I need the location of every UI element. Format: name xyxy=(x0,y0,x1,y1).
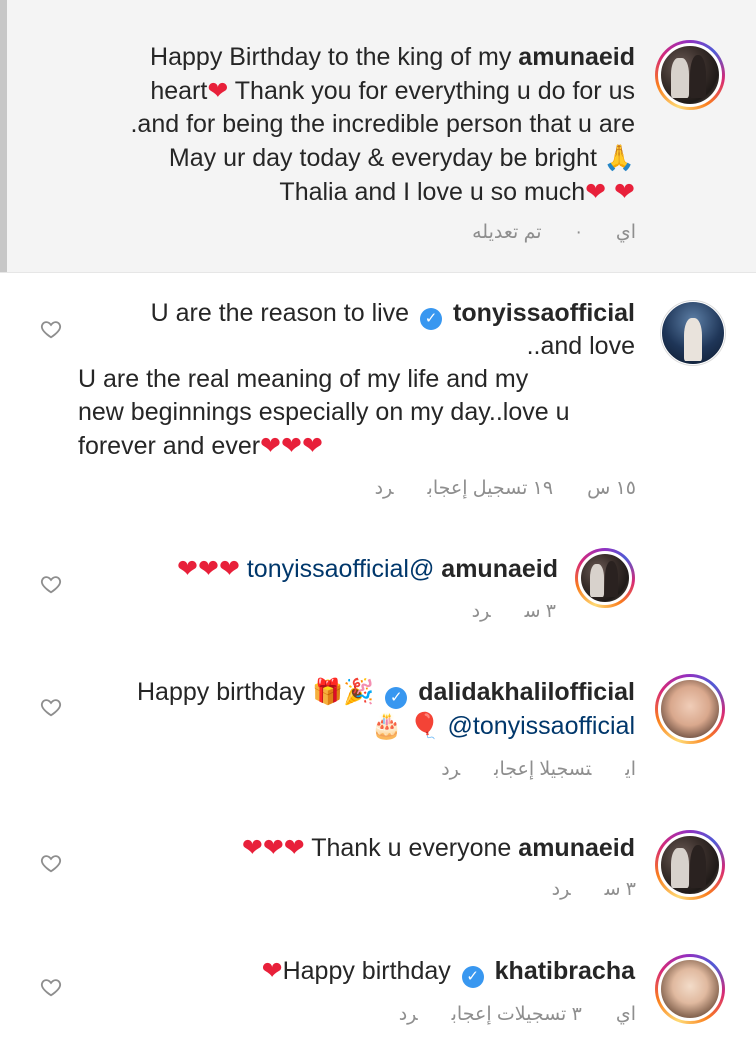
mention-link[interactable]: tonyissaofficial@ xyxy=(247,555,435,583)
comment-username[interactable]: khatibracha xyxy=(495,957,635,985)
comment-line-1: Happy birthday 🎁🎉 ✓ dalidakhalilofficial xyxy=(75,675,635,709)
verified-badge-icon: ✓ xyxy=(385,687,408,709)
verified-badge-icon: ✓ xyxy=(420,308,443,330)
comment-time: ١٥ س xyxy=(587,478,636,499)
caption-line1-text: Happy Birthday to the king of my xyxy=(150,43,512,71)
comment-line-1: ❤❤❤ Thank u everyone amunaeid xyxy=(75,831,635,865)
like-heart-icon[interactable] xyxy=(40,573,62,595)
comment-line-1: ❤Happy birthday ✓ khatibracha xyxy=(75,954,635,988)
comment-line-1: ❤❤❤ tonyissaofficial@ amunaeid xyxy=(78,552,558,586)
avatar-image xyxy=(658,677,722,741)
caption-text: Happy Birthday to the king of my amunaei… xyxy=(35,41,635,209)
pray-emoji: 🙏 xyxy=(603,143,635,172)
caption-line-3: .and for being the incredible person tha… xyxy=(130,110,635,138)
comment-likes[interactable]: ١٩ تسجيل إعجاب xyxy=(428,478,554,499)
mention-link[interactable]: @tonyissaofficial xyxy=(448,712,636,740)
comment-text: ❤❤❤ tonyissaofficial@ amunaeid xyxy=(78,552,558,586)
cake-emoji: 🎂 xyxy=(371,711,403,740)
comment-line1-text: Thank u everyone xyxy=(311,834,512,862)
caption-line-2: heart❤ Thank you for everything u do for… xyxy=(35,74,635,108)
comment-text: ❤❤❤ Thank u everyone amunaeid xyxy=(75,831,635,865)
caption-line5-text: Thalia and I love u so much xyxy=(279,178,586,206)
divider xyxy=(0,272,756,273)
comment-text: Happy birthday 🎁🎉 ✓ dalidakhalilofficial… xyxy=(75,675,635,743)
avatar-image xyxy=(658,957,722,1021)
caption-edited-label: تم تعديله xyxy=(472,222,542,243)
like-heart-icon[interactable] xyxy=(40,852,62,874)
avatar-image xyxy=(658,833,722,897)
avatar-image xyxy=(661,301,725,365)
caption-indicator xyxy=(0,0,7,272)
comment-username[interactable]: amunaeid xyxy=(441,555,558,583)
comment-likes[interactable]: تسجيلا إعجاب xyxy=(494,759,591,780)
hearts-emoji: ❤❤❤ xyxy=(177,554,240,583)
reply-button[interactable]: رد xyxy=(552,879,571,900)
balloon-emoji: 🎈 xyxy=(409,711,441,740)
comment-time: ٣ س xyxy=(524,601,556,622)
like-heart-icon[interactable] xyxy=(40,976,62,998)
reply-button[interactable]: رد xyxy=(399,1004,418,1025)
avatar-khatibracha[interactable] xyxy=(655,954,725,1024)
avatar-amunaeid[interactable] xyxy=(655,830,725,900)
comment-meta: ٣ س رد xyxy=(552,878,636,901)
comment-likes[interactable]: ٣ تسجيلات إعجاب xyxy=(452,1004,582,1025)
caption-line2-rest: Thank you for everything u do for us xyxy=(234,77,635,105)
avatar-dalidakhalilofficial[interactable] xyxy=(655,674,725,744)
avatar-image xyxy=(578,551,632,605)
like-heart-icon[interactable] xyxy=(40,696,62,718)
caption-line-1: Happy Birthday to the king of my amunaei… xyxy=(35,41,635,74)
caption-line2-text: heart xyxy=(150,77,208,105)
comment-line-5: forever and ever❤❤❤ xyxy=(75,429,635,463)
comment-line-2: 🎂 🎈 @tonyissaofficial xyxy=(75,709,635,743)
caption-username[interactable]: amunaeid xyxy=(518,43,635,71)
caption-line-5: Thalia and I love u so much❤ ❤ xyxy=(35,175,635,209)
comment-meta: ٣ س رد xyxy=(472,600,556,623)
comment-time: ٣ س xyxy=(604,879,636,900)
comment-line-1: U are the reason to live ✓ tonyissaoffic… xyxy=(75,297,635,330)
reply-button[interactable]: رد xyxy=(472,601,491,622)
comment-meta: ١٥ س ١٩ تسجيل إعجاب رد xyxy=(375,477,636,500)
comment-username[interactable]: tonyissaofficial xyxy=(453,299,635,327)
heart-emoji: ❤ ❤ xyxy=(585,177,635,206)
avatar-amunaeid[interactable] xyxy=(655,40,725,110)
comment-text: U are the reason to live ✓ tonyissaoffic… xyxy=(75,297,635,463)
comment-line-2: ..and love xyxy=(526,332,635,360)
reply-button[interactable]: رد xyxy=(375,478,394,499)
caption-meta: اي · تم تعديله xyxy=(472,221,636,244)
comment-time: اي xyxy=(625,759,636,780)
like-heart-icon[interactable] xyxy=(40,318,62,340)
comment-line-3: U are the real meaning of my life and my xyxy=(78,365,529,393)
avatar-amunaeid[interactable] xyxy=(575,548,635,608)
caption-line-4: May ur day today & everyday be bright 🙏 xyxy=(35,141,635,175)
comment-meta: اي تسجيلا إعجاب رد xyxy=(441,758,636,781)
comment-time: اي xyxy=(615,1004,636,1025)
heart-emoji: ❤ xyxy=(207,76,229,105)
comment-username[interactable]: dalidakhalilofficial xyxy=(418,678,635,706)
comment-line1-text: U are the reason to live xyxy=(150,299,410,327)
caption-line4-text: May ur day today & everyday be bright xyxy=(168,144,597,172)
comment-line5-text: forever and ever xyxy=(78,432,261,460)
meta-dot: · xyxy=(575,222,582,243)
caption-time: اي xyxy=(615,222,636,243)
comment-text: ❤Happy birthday ✓ khatibracha xyxy=(75,954,635,988)
avatar-image xyxy=(658,43,722,107)
comment-line1-text: Happy birthday xyxy=(136,678,306,706)
comment-line-4: new beginnings especially on my day..lov… xyxy=(78,398,570,426)
hearts-emoji: ❤❤❤ xyxy=(260,431,323,460)
comment-meta: اي ٣ تسجيلات إعجاب رد xyxy=(399,1003,636,1026)
hearts-emoji: ❤❤❤ xyxy=(241,833,305,862)
comment-line1-text: Happy birthday xyxy=(282,957,451,985)
heart-emoji: ❤ xyxy=(261,956,283,985)
gift-emoji: 🎁🎉 xyxy=(312,677,375,706)
avatar-tonyissaofficial[interactable] xyxy=(660,300,726,366)
comment-username[interactable]: amunaeid xyxy=(518,834,635,862)
reply-button[interactable]: رد xyxy=(441,759,460,780)
verified-badge-icon: ✓ xyxy=(461,966,484,988)
